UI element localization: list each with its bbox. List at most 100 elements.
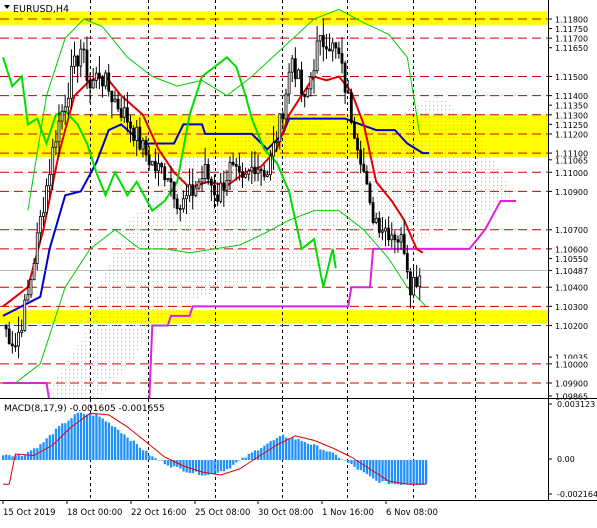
macd-bar	[213, 460, 216, 475]
candle[interactable]	[150, 160, 154, 166]
macd-bar	[188, 460, 191, 473]
macd-bar	[123, 434, 126, 460]
macd-bar	[61, 423, 64, 460]
candle-body	[32, 263, 36, 281]
macd-bar	[20, 456, 23, 460]
macd-bar	[104, 421, 107, 460]
candle-body	[209, 178, 213, 186]
candle-body	[234, 164, 238, 167]
macd-bar	[319, 449, 322, 460]
macd-bar	[313, 444, 316, 460]
candle[interactable]	[284, 88, 288, 124]
macd-bar	[11, 456, 14, 460]
candle-body	[26, 294, 30, 301]
candle-body	[337, 47, 341, 55]
macd-bar	[98, 416, 101, 460]
candle-body	[191, 184, 195, 196]
candle-body	[340, 53, 344, 64]
macd-bar	[135, 444, 139, 460]
candle-body	[418, 275, 422, 287]
candle-body	[150, 160, 154, 166]
macd-bar	[85, 414, 89, 460]
candle-body	[135, 126, 139, 141]
candle-body	[203, 164, 207, 179]
macd-bar	[57, 425, 61, 460]
macd-bar	[191, 460, 195, 474]
candle-body	[76, 55, 80, 67]
candle-body	[349, 92, 353, 123]
candle-body	[85, 49, 89, 81]
time-axis[interactable]: 15 Oct 2019 18 Oct 00:00 22 Oct 16:00 25 Oc…	[2, 500, 438, 518]
candle[interactable]	[29, 278, 33, 298]
candle-body	[73, 55, 76, 67]
macd-bar	[70, 418, 73, 460]
macd-bar	[272, 440, 275, 460]
candle-body	[244, 173, 247, 178]
macd-bar	[129, 440, 132, 460]
macd-bar	[238, 460, 241, 461]
price-label: 1.11800	[555, 16, 588, 25]
macd-bar	[110, 426, 114, 460]
trading-chart-window[interactable]: EURUSD,H4 1.11800 1.11750 1.11700 1.11650 1.…	[0, 0, 597, 524]
macd-bar	[306, 443, 310, 460]
macd-bar	[132, 440, 135, 460]
candle[interactable]	[349, 88, 353, 125]
macd-bar	[353, 460, 356, 467]
candle-body	[35, 232, 39, 264]
candle-body	[228, 161, 232, 181]
macd-bar	[67, 420, 70, 460]
candle-body	[216, 194, 219, 202]
macd-bar	[316, 445, 319, 460]
candle-body	[272, 142, 275, 157]
candle-body	[113, 98, 117, 103]
macd-bar	[291, 437, 294, 460]
candle[interactable]	[368, 181, 372, 206]
macd-bar	[309, 444, 313, 460]
candle-body	[98, 72, 101, 79]
time-label: 25 Oct 08:00	[195, 508, 250, 518]
candle-body	[362, 163, 366, 172]
candle-body	[122, 107, 126, 118]
price-label: 1.09900	[555, 380, 588, 389]
price-label: 1.10700	[555, 226, 588, 235]
macd-bar	[384, 460, 387, 482]
candle-body	[138, 126, 142, 150]
macd-bar	[297, 438, 300, 460]
macd-bar	[163, 460, 167, 465]
macd-bar	[375, 460, 378, 481]
macd-bar	[232, 460, 235, 465]
macd-bar	[201, 460, 204, 476]
macd-bar	[17, 454, 20, 460]
candle-body	[334, 42, 338, 49]
macd-bar	[151, 456, 154, 460]
candle-body	[132, 127, 136, 141]
candle-body	[306, 88, 310, 98]
candle-body	[104, 72, 108, 87]
candle-body	[206, 164, 210, 180]
macd-bar	[278, 436, 282, 460]
chart-canvas[interactable]: EURUSD,H4 1.118001.117501.117001.11650 1.…	[0, 0, 597, 524]
candle-body	[241, 171, 244, 178]
macd-bar	[222, 460, 226, 472]
candle[interactable]	[306, 87, 310, 99]
candle-body	[29, 279, 33, 296]
candle-body	[20, 330, 24, 333]
candle-body	[175, 198, 179, 209]
macd-bar	[26, 451, 30, 460]
macd-bar	[76, 412, 79, 460]
candle-body	[359, 149, 363, 165]
candle-body	[259, 168, 263, 172]
macd-bar	[359, 460, 362, 471]
macd-bar	[54, 428, 58, 460]
candle-body	[144, 140, 148, 156]
candle-body	[185, 195, 188, 200]
candle-body	[51, 146, 55, 175]
candle-body	[91, 80, 95, 89]
macd-bar	[160, 460, 163, 461]
candle-body	[129, 121, 132, 129]
candle-body	[318, 35, 322, 42]
macd-bar	[378, 460, 381, 483]
macd-bar	[400, 460, 403, 486]
candle-body	[23, 299, 27, 331]
candle[interactable]	[297, 68, 300, 80]
